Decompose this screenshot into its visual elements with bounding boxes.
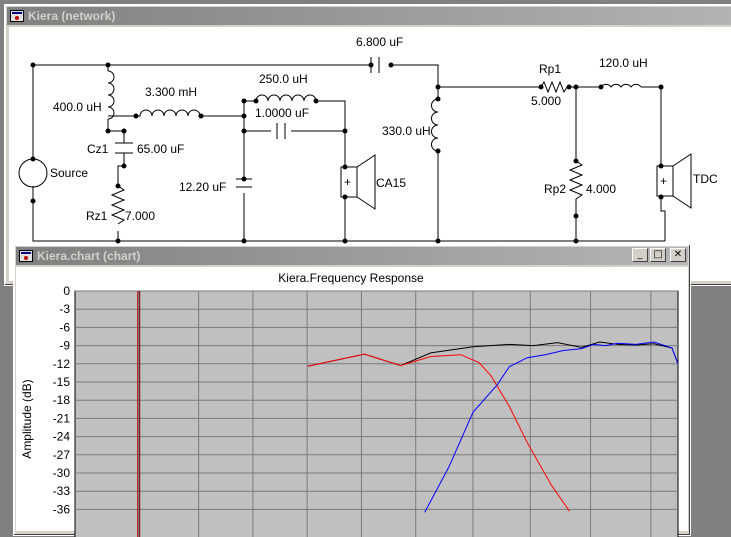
tdc-label[interactable]: TDC xyxy=(693,172,718,186)
rp2-name-label[interactable]: Rp2 xyxy=(544,182,566,196)
network-canvas[interactable]: + + 6.800 uF 400.0 uH 3.300 mH Cz1 65.00… xyxy=(9,27,731,281)
c-1-label[interactable]: 1.0000 uF xyxy=(255,106,309,120)
y-tick-label: -21 xyxy=(53,411,71,425)
l-400-label[interactable]: 400.0 uH xyxy=(53,100,102,114)
tdc-plus: + xyxy=(660,174,667,188)
y-axis-label: Amplitude (dB) xyxy=(20,379,34,458)
rp2-value-label[interactable]: 4.000 xyxy=(586,182,616,196)
y-tick-label: -3 xyxy=(59,302,70,316)
chart-window-icon xyxy=(19,250,33,262)
rp1-value-label[interactable]: 5.000 xyxy=(531,94,561,108)
ca15-plus: + xyxy=(344,175,351,189)
y-tick-label: -6 xyxy=(59,320,70,334)
chart-title: Kiera.Frequency Response xyxy=(278,271,424,285)
l-330-label[interactable]: 330.0 uH xyxy=(382,124,431,138)
network-title-bar[interactable]: Kiera (network) xyxy=(7,7,731,25)
chart-area[interactable]: Kiera.Frequency Response 0 -3 -6 -9 -12 -15 -1… xyxy=(16,267,688,537)
y-tick-label: -15 xyxy=(53,375,71,389)
cz1-value-label[interactable]: 65.00 uF xyxy=(137,142,184,156)
cz1-name-label[interactable]: Cz1 xyxy=(87,142,109,156)
y-tick-label: 0 xyxy=(63,284,70,298)
c-top-label[interactable]: 6.800 uF xyxy=(356,35,403,49)
ca15-label[interactable]: CA15 xyxy=(376,176,406,190)
close-button[interactable]: ✕ xyxy=(670,248,686,262)
chart-title-bar[interactable]: Kiera.chart (chart) _ □ ✕ xyxy=(16,247,688,265)
minimize-button[interactable]: _ xyxy=(632,248,648,262)
y-tick-label: -30 xyxy=(53,466,71,480)
y-tick-label: -33 xyxy=(53,484,71,498)
source-label[interactable]: Source xyxy=(50,166,88,180)
y-tick-label: -9 xyxy=(59,339,70,353)
c-12-label[interactable]: 12.20 uF xyxy=(179,180,226,194)
rz1-name-label[interactable]: Rz1 xyxy=(86,209,108,223)
app-window-icon xyxy=(10,10,24,22)
y-tick-labels: 0 -3 -6 -9 -12 -15 -18 -21 -24 -27 -30 -33 -36 xyxy=(53,284,71,516)
l-250-label[interactable]: 250.0 uH xyxy=(259,72,308,86)
rp1-name-label[interactable]: Rp1 xyxy=(539,62,561,76)
l-3300-label[interactable]: 3.300 mH xyxy=(145,85,197,99)
window-controls: _ □ ✕ xyxy=(632,248,686,262)
y-tick-label: -36 xyxy=(53,502,71,516)
maximize-button[interactable]: □ xyxy=(650,248,666,262)
chart-window-title: Kiera.chart (chart) xyxy=(37,249,141,263)
y-tick-label: -27 xyxy=(53,448,71,462)
y-tick-label: -24 xyxy=(53,430,71,444)
frequency-response-chart: Kiera.Frequency Response 0 -3 -6 -9 -12 -15 -1… xyxy=(20,271,679,537)
l-120-label[interactable]: 120.0 uH xyxy=(599,56,648,70)
chart-window: Kiera.chart (chart) _ □ ✕ Kiera.Frequenc… xyxy=(13,244,691,537)
y-tick-label: -12 xyxy=(53,357,71,371)
network-window-title: Kiera (network) xyxy=(28,9,116,23)
rz1-value-label[interactable]: 7.000 xyxy=(125,209,155,223)
y-tick-label: -18 xyxy=(53,393,71,407)
